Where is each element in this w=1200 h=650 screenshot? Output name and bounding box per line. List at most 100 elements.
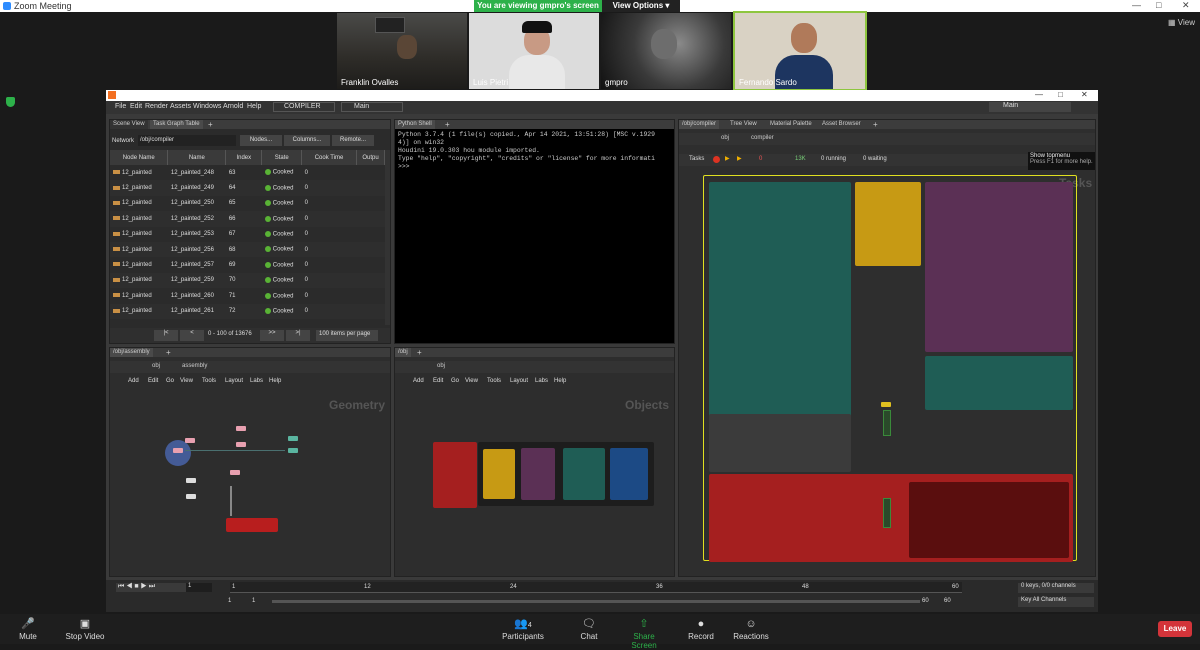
tab-python-shell[interactable]: Python Shell (395, 120, 435, 129)
path-compiler[interactable]: compiler (751, 135, 774, 141)
table-row[interactable]: 12_painted 12_painted_250 65 Cooked 0 (110, 196, 385, 211)
menu-assets[interactable]: Assets (170, 103, 191, 110)
network-canvas[interactable] (395, 390, 674, 576)
menu-go[interactable]: Go (166, 378, 174, 384)
node[interactable] (288, 448, 298, 453)
menu-tools[interactable]: Tools (487, 378, 501, 384)
col-cook-time[interactable]: Cook Time (301, 150, 357, 165)
maximize-button[interactable]: □ (1058, 90, 1063, 99)
menu-render[interactable]: Render (145, 103, 168, 110)
table-row[interactable]: 12_painted 12_painted_261 72 Cooked 0 (110, 303, 385, 319)
menu-view[interactable]: View (180, 378, 193, 384)
col-index[interactable]: Index (225, 150, 263, 165)
shield-icon[interactable] (6, 97, 15, 107)
maximize-button[interactable]: □ (1156, 0, 1161, 10)
tab-material-palette[interactable]: Material Palette (767, 120, 815, 129)
reactions-button[interactable]: ☺ Reactions (732, 614, 770, 641)
video-tile[interactable]: Luis Pietri (469, 13, 599, 89)
menu-help[interactable]: Help (269, 378, 281, 384)
menu-help[interactable]: Help (554, 378, 566, 384)
menu-labs[interactable]: Labs (535, 378, 548, 384)
add-tab-icon[interactable]: + (445, 120, 450, 129)
network-canvas[interactable] (110, 390, 390, 576)
add-tab-icon[interactable]: + (873, 120, 878, 129)
menu-edit[interactable]: Edit (433, 378, 443, 384)
record-button[interactable]: ● Record (686, 614, 716, 641)
next-page-button[interactable]: >> (260, 330, 284, 341)
node[interactable] (288, 436, 298, 441)
node[interactable] (185, 438, 195, 443)
table-row[interactable]: 12_painted 12_painted_256 68 Cooked 0 (110, 241, 385, 258)
network-box-teal-small[interactable] (925, 356, 1073, 410)
tab-scene-view[interactable]: Scene View (110, 120, 148, 129)
menu-edit[interactable]: Edit (148, 378, 158, 384)
menu-layout[interactable]: Layout (510, 378, 528, 384)
per-page-select[interactable]: 100 items per page (316, 330, 378, 341)
tab-obj-assembly[interactable]: /obj/assembly (110, 348, 153, 357)
node[interactable] (186, 494, 196, 499)
mute-button[interactable]: 🎤 Mute (10, 614, 46, 641)
table-row[interactable]: 12_painted 12_painted_259 70 Cooked 0 (110, 272, 385, 289)
node[interactable] (230, 470, 240, 475)
menu-go[interactable]: Go (451, 378, 459, 384)
menu-arnold[interactable]: Arnold (223, 103, 243, 110)
path-obj[interactable]: obj (152, 363, 160, 369)
tab-obj[interactable]: /obj (395, 348, 411, 357)
video-tile-active-speaker[interactable]: Fernando Sardo (733, 11, 867, 91)
last-page-button[interactable]: >| (286, 330, 310, 341)
chat-button[interactable]: 🗨 Chat (576, 614, 602, 641)
node[interactable] (236, 442, 246, 447)
menu-layout[interactable]: Layout (225, 378, 243, 384)
menu-view[interactable]: View (465, 378, 478, 384)
view-button[interactable]: ▦ View (1168, 18, 1195, 27)
table-row[interactable]: 12_painted 12_painted_260 71 Cooked 0 (110, 288, 385, 303)
minimize-button[interactable]: — (1132, 0, 1141, 10)
path-obj[interactable]: obj (437, 363, 445, 369)
table-row[interactable]: 12_painted 12_painted_252 66 Cooked 0 (110, 211, 385, 227)
table-row[interactable]: 12_painted 12_painted_248 63 Cooked 0 (110, 165, 385, 180)
network-box-blue[interactable] (610, 448, 648, 500)
cook-output-icon[interactable]: ▶ (737, 155, 742, 162)
add-tab-icon[interactable]: + (166, 348, 171, 357)
network-box-gray[interactable] (709, 414, 851, 472)
path-obj[interactable]: obj (721, 135, 729, 141)
close-button[interactable]: ✕ (1081, 90, 1088, 99)
menu-labs[interactable]: Labs (250, 378, 263, 384)
python-console[interactable]: Python 3.7.4 (1 file(s) copied., Apr 14 … (398, 131, 674, 341)
tab-tree-view[interactable]: Tree View (727, 120, 760, 129)
video-tile[interactable]: gmpro (601, 13, 731, 89)
nodes-button[interactable]: Nodes... (240, 135, 282, 146)
network-box-darkred[interactable] (909, 482, 1069, 558)
minimize-button[interactable]: — (1035, 90, 1043, 99)
remote-button[interactable]: Remote... (332, 135, 374, 146)
menu-tools[interactable]: Tools (202, 378, 216, 384)
output-node-group[interactable] (226, 518, 278, 532)
participants-button[interactable]: 👥4 Participants (500, 614, 546, 641)
key-all-channels-button[interactable]: Key All Channels (1018, 597, 1094, 607)
node[interactable] (236, 426, 246, 431)
desktop-selector[interactable]: COMPILER (273, 102, 335, 112)
network-box-purple[interactable] (521, 448, 555, 500)
first-page-button[interactable]: |< (154, 330, 178, 341)
add-tab-icon[interactable]: + (208, 120, 213, 129)
menu-help[interactable]: Help (247, 103, 261, 110)
columns-button[interactable]: Columns... (284, 135, 330, 146)
network-box-teal[interactable] (563, 448, 605, 500)
desk-main-selector[interactable]: Main (341, 102, 403, 112)
tab-asset-browser[interactable]: Asset Browser (819, 120, 864, 129)
node[interactable] (173, 448, 183, 453)
table-row[interactable]: 12_painted 12_painted_257 69 Cooked 0 (110, 257, 385, 272)
col-output[interactable]: Outpu (356, 150, 386, 165)
table-row[interactable]: 12_painted 12_painted_249 64 Cooked 0 (110, 180, 385, 196)
network-box-purple[interactable] (925, 182, 1073, 352)
video-tile[interactable]: Franklin Ovalles (337, 13, 467, 89)
cancel-cook-icon[interactable] (713, 156, 720, 163)
col-name[interactable]: Name (167, 150, 227, 165)
node[interactable] (881, 402, 891, 407)
menu-file[interactable]: File (115, 103, 126, 110)
share-screen-button[interactable]: ⇧ Share Screen (620, 614, 668, 650)
current-frame-field[interactable]: 1 (186, 583, 212, 592)
desk-right-selector[interactable]: Main (989, 102, 1071, 112)
end-frame-field[interactable]: 60 (922, 598, 929, 604)
table-scrollbar[interactable] (385, 150, 390, 325)
